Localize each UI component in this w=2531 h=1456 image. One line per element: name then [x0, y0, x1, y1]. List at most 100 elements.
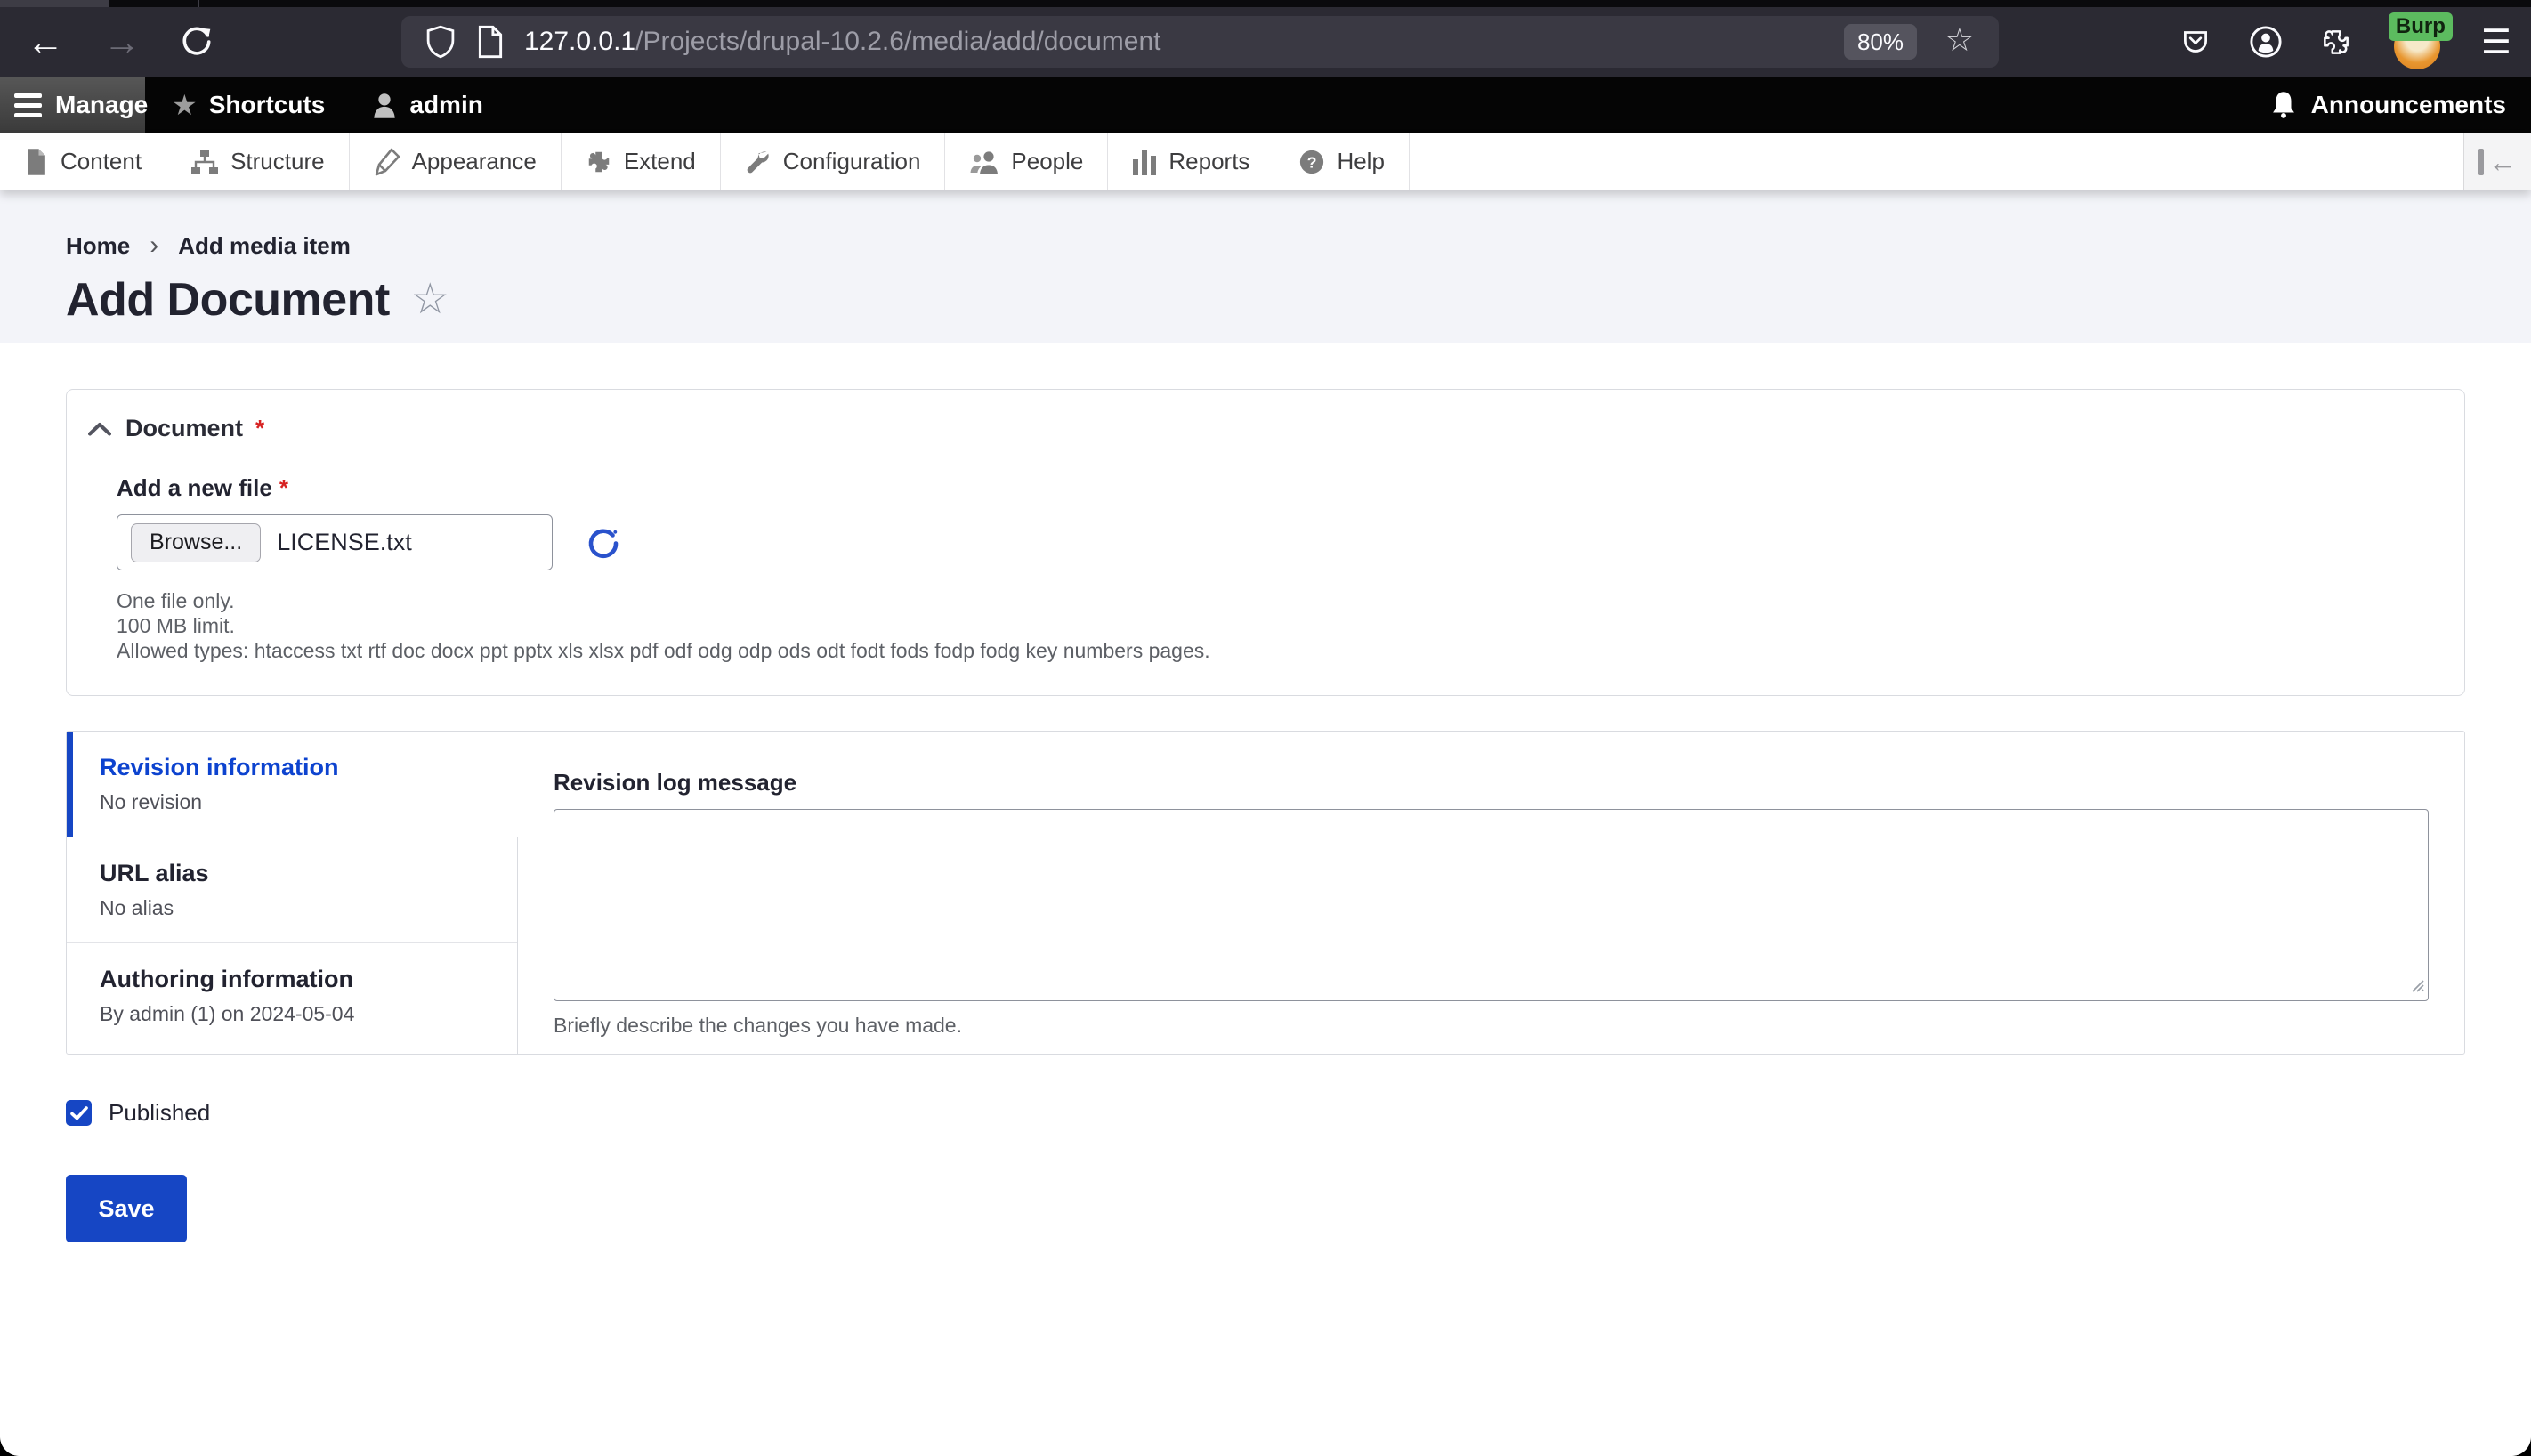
ajax-spinner-icon: [586, 526, 620, 560]
bell-icon: [2269, 90, 2298, 120]
menu-label: Help: [1337, 148, 1385, 174]
menu-item-extend[interactable]: Extend: [562, 133, 721, 190]
document-legend-label: Document: [125, 415, 244, 441]
toggle-bar-icon: [2478, 148, 2484, 175]
svg-text:?: ?: [1307, 153, 1317, 171]
nav-buttons: ← →: [0, 23, 214, 61]
selected-filename: LICENSE.txt: [277, 529, 412, 555]
reload-icon[interactable]: [180, 25, 214, 59]
menu-item-structure[interactable]: Structure: [166, 133, 350, 190]
menu-label: Content: [61, 148, 142, 174]
breadcrumb-home-link[interactable]: Home: [66, 232, 130, 260]
tab-url-alias[interactable]: URL alias No alias: [67, 837, 517, 943]
drupal-menu-bar: Content Structure Appearance Extend Conf…: [0, 133, 2531, 190]
revision-log-wrapper: [554, 809, 2429, 1001]
menu-label: Reports: [1168, 148, 1250, 174]
menu-item-help[interactable]: ? Help: [1274, 133, 1410, 190]
tab-title: URL alias: [100, 860, 209, 886]
burp-extension-icon[interactable]: Burp: [2388, 12, 2453, 69]
announcements-tab[interactable]: Announcements: [2269, 90, 2506, 120]
browser-window: ← → 127.0.0.1/Projects/drupal-10.2.6/med…: [0, 0, 2531, 1456]
required-marker: *: [255, 415, 265, 441]
shortcuts-label: Shortcuts: [208, 91, 326, 118]
puzzle-icon: [586, 149, 612, 175]
menu-item-reports[interactable]: Reports: [1108, 133, 1275, 190]
file-input[interactable]: Browse... LICENSE.txt: [117, 514, 553, 570]
browse-button[interactable]: Browse...: [131, 522, 262, 562]
admin-user-tab[interactable]: admin: [371, 91, 483, 119]
file-upload-row: Browse... LICENSE.txt: [117, 514, 2414, 570]
vertical-tabs: Revision information No revision URL ali…: [66, 731, 2465, 1055]
help-icon: ?: [1298, 149, 1325, 175]
tab-title: Revision information: [100, 754, 339, 781]
menu-item-people[interactable]: People: [945, 133, 1109, 190]
help-line: 100 MB limit.: [117, 614, 235, 637]
tab-separator: [198, 0, 199, 7]
active-tab-sliver[interactable]: [0, 0, 109, 7]
menu-item-appearance[interactable]: Appearance: [350, 133, 562, 190]
forward-icon[interactable]: →: [103, 23, 141, 61]
tab-summary: By admin (1) on 2024-05-04: [100, 1002, 355, 1025]
toolbar-right-icons: Burp ☰: [2179, 7, 2511, 77]
required-marker: *: [279, 474, 288, 501]
revision-log-label: Revision log message: [554, 769, 797, 796]
tab-title: Authoring information: [100, 966, 353, 992]
document-fieldset: Document * Add a new file * Browse... LI…: [66, 389, 2465, 696]
help-line: Allowed types: htaccess txt rtf doc docx…: [117, 639, 1210, 662]
bookmark-star-icon[interactable]: ☆: [1945, 21, 1974, 59]
people-icon: [969, 149, 999, 175]
user-icon: [371, 91, 398, 119]
sitemap-icon: [190, 148, 219, 176]
title-row: Add Document ☆: [66, 273, 2531, 327]
manage-hamburger-icon: [14, 93, 42, 117]
tab-revision-information[interactable]: Revision information No revision: [67, 732, 518, 837]
menu-item-configuration[interactable]: Configuration: [721, 133, 946, 190]
shield-icon[interactable]: [425, 25, 457, 59]
extensions-puzzle-icon[interactable]: [2319, 25, 2353, 59]
pocket-icon[interactable]: [2179, 25, 2212, 59]
document-legend[interactable]: Document *: [88, 415, 2414, 442]
revision-log-textarea[interactable]: [554, 809, 2429, 1001]
wrench-icon: [745, 149, 772, 175]
account-icon[interactable]: [2248, 24, 2284, 60]
save-button[interactable]: Save: [66, 1175, 187, 1242]
title-star-icon[interactable]: ☆: [411, 279, 449, 321]
published-row: Published: [66, 1099, 2465, 1127]
shortcuts-tab[interactable]: ★ Shortcuts: [172, 91, 325, 119]
menu-label: Extend: [623, 148, 696, 174]
announcements-label: Announcements: [2310, 91, 2506, 118]
shortcuts-star-icon: ★: [172, 89, 198, 121]
revision-information-panel: Revision log message Briefly describe th…: [518, 732, 2464, 1054]
help-line: One file only.: [117, 589, 235, 612]
published-checkbox[interactable]: [66, 1100, 92, 1126]
browser-toolbar: ← → 127.0.0.1/Projects/drupal-10.2.6/med…: [0, 7, 2531, 77]
menu-label: Appearance: [411, 148, 537, 174]
revision-log-description: Briefly describe the changes you have ma…: [554, 1014, 962, 1037]
url-path: /Projects/drupal-10.2.6/media/add/docume…: [635, 27, 1161, 56]
textarea-resize-handle[interactable]: [2408, 976, 2424, 997]
manage-tab[interactable]: Manage: [0, 77, 149, 133]
page-title: Add Document: [66, 274, 390, 326]
menu-item-content[interactable]: Content: [0, 133, 167, 190]
tab-authoring-information[interactable]: Authoring information By admin (1) on 20…: [67, 943, 517, 1048]
file-field-label-text: Add a new file: [117, 474, 272, 501]
menu-hamburger-icon[interactable]: ☰: [2481, 22, 2511, 62]
page: Home › Add media item Add Document ☆ Doc…: [0, 190, 2531, 1456]
published-label: Published: [109, 1099, 211, 1126]
page-content: Document * Add a new file * Browse... LI…: [0, 389, 2531, 1242]
menu-label: People: [1011, 148, 1084, 174]
zoom-level-badge[interactable]: 80%: [1843, 24, 1917, 60]
url-text: 127.0.0.1/Projects/drupal-10.2.6/media/a…: [524, 27, 1160, 57]
page-info-icon[interactable]: [476, 25, 505, 59]
toolbar-orientation-toggle[interactable]: ←: [2463, 133, 2531, 190]
file-field-label: Add a new file *: [117, 474, 2414, 502]
tab-summary: No alias: [100, 896, 174, 919]
url-bar[interactable]: 127.0.0.1/Projects/drupal-10.2.6/media/a…: [401, 16, 1999, 68]
vertical-tabs-menu: Revision information No revision URL ali…: [67, 732, 518, 1054]
manage-label: Manage: [55, 91, 149, 118]
back-icon[interactable]: ←: [27, 23, 64, 61]
file-icon: [24, 148, 49, 176]
menu-label: Structure: [230, 148, 325, 174]
page-header: Home › Add media item Add Document ☆: [0, 190, 2531, 343]
tab-strip: [0, 0, 2531, 7]
